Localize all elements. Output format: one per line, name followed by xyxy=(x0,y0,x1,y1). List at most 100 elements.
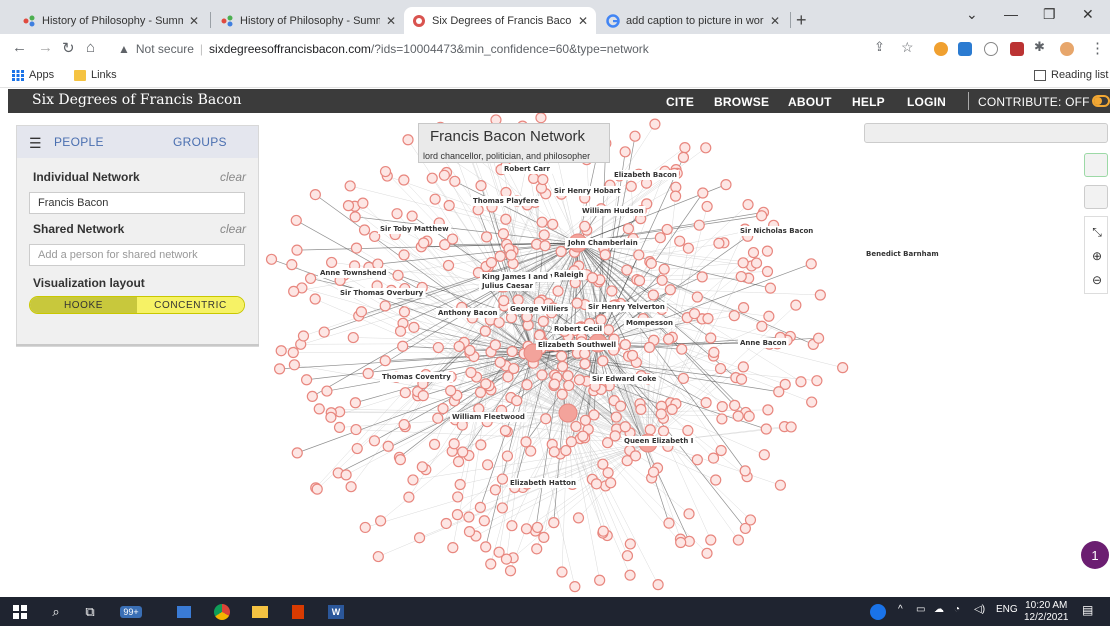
graph-node[interactable] xyxy=(520,523,533,535)
extension-icon[interactable] xyxy=(958,42,972,56)
individual-network-input[interactable]: Francis Bacon xyxy=(29,192,245,214)
graph-node[interactable] xyxy=(512,294,524,306)
graph-node[interactable] xyxy=(700,397,712,409)
graph-node[interactable] xyxy=(805,258,817,270)
graph-node[interactable] xyxy=(664,284,676,296)
close-tab-icon[interactable]: ✕ xyxy=(189,14,199,28)
graph-node[interactable] xyxy=(511,395,523,407)
graph-node[interactable] xyxy=(590,478,603,490)
graph-node[interactable] xyxy=(498,295,510,307)
graph-node[interactable] xyxy=(398,249,410,261)
zoom-out-icon[interactable]: ⊖ xyxy=(1085,273,1109,287)
graph-node[interactable] xyxy=(379,355,391,367)
graph-node[interactable] xyxy=(716,413,728,425)
graph-node[interactable] xyxy=(597,355,609,367)
node-label[interactable]: Queen Elizabeth I xyxy=(624,437,693,445)
graph-node[interactable] xyxy=(403,491,415,503)
graph-node[interactable] xyxy=(505,249,517,261)
address-bar[interactable]: ▲ Not secure | sixdegreesoffrancisbacon.… xyxy=(118,38,868,60)
graph-node[interactable] xyxy=(649,118,661,130)
graph-node[interactable] xyxy=(288,359,300,371)
graph-node[interactable] xyxy=(447,542,459,554)
graph-node[interactable] xyxy=(454,478,466,491)
browser-tab[interactable]: History of Philosophy - Summar ✕ xyxy=(14,7,207,34)
graph-node[interactable] xyxy=(747,246,760,259)
graph-node[interactable] xyxy=(563,379,575,392)
graph-node[interactable] xyxy=(705,332,717,344)
graph-node[interactable] xyxy=(480,378,492,390)
site-title[interactable]: Six Degrees of Francis Bacon xyxy=(32,92,242,108)
graph-node[interactable] xyxy=(635,403,647,415)
graph-node[interactable] xyxy=(416,461,428,473)
graph-node[interactable] xyxy=(605,477,617,489)
graph-node[interactable] xyxy=(342,200,355,212)
graph-node[interactable] xyxy=(465,366,477,379)
graph-node[interactable] xyxy=(313,403,325,415)
graph-node[interactable] xyxy=(773,386,785,398)
node-label[interactable]: John Chamberlain xyxy=(567,239,638,247)
contribute-label[interactable]: CONTRIBUTE: OFF xyxy=(978,95,1090,109)
node-label[interactable]: Raleigh xyxy=(554,271,584,279)
graph-node[interactable] xyxy=(287,346,299,359)
graph-node[interactable] xyxy=(760,423,772,435)
graph-node[interactable] xyxy=(506,345,518,358)
nav-browse[interactable]: BROWSE xyxy=(714,95,769,109)
graph-node[interactable] xyxy=(290,214,302,227)
close-tab-icon[interactable]: ✕ xyxy=(770,14,780,28)
graph-node[interactable] xyxy=(643,341,656,353)
graph-node[interactable] xyxy=(579,347,591,360)
reload-icon[interactable]: ↻ xyxy=(62,39,75,57)
graph-node[interactable] xyxy=(480,541,492,553)
node-label[interactable]: Julius Caesar xyxy=(481,282,533,290)
layout-toggle[interactable]: HOOKE CONCENTRIC xyxy=(29,296,245,314)
graph-node[interactable] xyxy=(728,310,740,322)
graph-node[interactable] xyxy=(702,312,714,325)
graph-node[interactable] xyxy=(595,314,607,326)
graph-node[interactable] xyxy=(756,210,768,222)
node-label[interactable]: Sir Thomas Overbury xyxy=(340,289,424,297)
graph-node[interactable] xyxy=(413,532,426,544)
graph-node[interactable] xyxy=(426,172,438,184)
graph-node[interactable] xyxy=(716,401,728,413)
graph-node[interactable] xyxy=(406,210,418,222)
file-explorer-icon[interactable] xyxy=(250,602,270,622)
graph-node[interactable] xyxy=(402,134,414,146)
graph-node[interactable] xyxy=(326,256,338,269)
graph-node[interactable] xyxy=(432,341,444,354)
clear-individual-link[interactable]: clear xyxy=(220,170,246,184)
graph-node[interactable] xyxy=(340,469,352,481)
back-arrow-icon[interactable]: ← xyxy=(12,39,27,56)
store-icon[interactable] xyxy=(174,602,194,622)
graph-search-box[interactable] xyxy=(864,123,1108,143)
node-label[interactable]: Sir Toby Matthew xyxy=(380,225,449,233)
graph-node[interactable] xyxy=(325,411,337,423)
graph-node[interactable] xyxy=(729,399,741,411)
wifi-icon[interactable]: ◔ xyxy=(954,604,960,615)
graph-node[interactable] xyxy=(443,199,455,212)
graph-node[interactable] xyxy=(688,308,701,320)
graph-node[interactable] xyxy=(446,233,459,245)
reading-list-button[interactable]: Reading list xyxy=(1034,69,1108,81)
nav-cite[interactable]: CITE xyxy=(666,95,694,109)
node-label[interactable]: William Fleetwood xyxy=(452,413,525,421)
cloud-icon[interactable]: ☁ xyxy=(934,604,944,615)
windows-start-icon[interactable] xyxy=(10,602,30,622)
node-label[interactable]: George Villiers xyxy=(510,305,568,313)
graph-node[interactable] xyxy=(478,515,490,527)
graph-node[interactable] xyxy=(520,436,532,448)
fit-screen-icon[interactable]: ⤡ xyxy=(1085,225,1109,240)
graph-node[interactable] xyxy=(629,450,642,462)
graph-node[interactable] xyxy=(683,508,695,520)
graph-node[interactable] xyxy=(464,344,476,357)
chrome-icon[interactable] xyxy=(212,602,232,622)
graph-node[interactable] xyxy=(358,224,371,236)
graph-node[interactable] xyxy=(710,474,722,486)
graph-node[interactable] xyxy=(656,274,668,286)
extension-icon[interactable] xyxy=(984,42,998,56)
graph-node[interactable] xyxy=(309,293,321,305)
node-label[interactable]: Anne Townshend xyxy=(320,269,387,277)
graph-node[interactable] xyxy=(345,481,357,493)
graph-node[interactable] xyxy=(394,454,406,466)
graph-node[interactable] xyxy=(654,232,666,244)
graph-node[interactable] xyxy=(571,297,583,309)
